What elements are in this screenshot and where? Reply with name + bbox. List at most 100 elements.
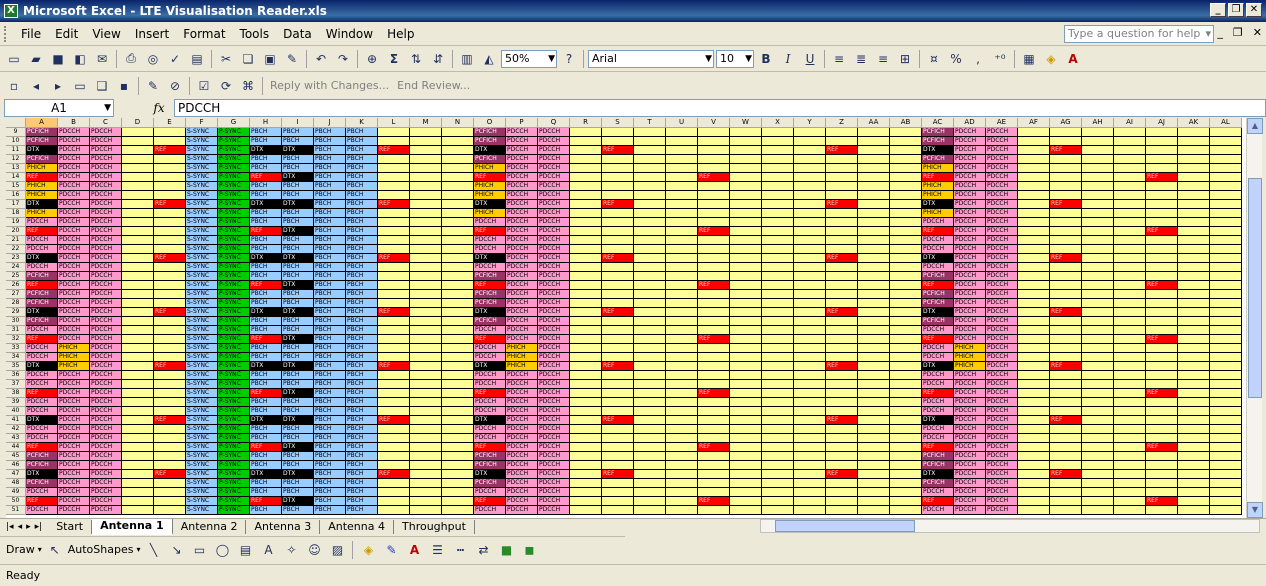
cell-l37[interactable] [378, 380, 410, 389]
email-icon[interactable]: ✉ [92, 49, 112, 69]
cell-l33[interactable] [378, 344, 410, 353]
row-header[interactable]: 32 [6, 335, 26, 344]
column-header-x[interactable]: X [762, 118, 794, 128]
cell-ad49[interactable]: PDCCH [954, 488, 986, 497]
cell-o49[interactable]: PDCCH [474, 488, 506, 497]
cell-aa18[interactable] [858, 209, 890, 218]
cell-b24[interactable]: PDCCH [58, 263, 90, 272]
cell-z21[interactable] [826, 236, 858, 245]
cell-i23[interactable]: DTX [282, 254, 314, 263]
cell-v26[interactable]: REF [698, 281, 730, 290]
cell-g46[interactable]: P-SYNC [218, 461, 250, 470]
cell-r36[interactable] [570, 371, 602, 380]
cell-ak18[interactable] [1178, 209, 1210, 218]
cell-y26[interactable] [794, 281, 826, 290]
cell-e23[interactable]: REF [154, 254, 186, 263]
row-header[interactable]: 12 [6, 155, 26, 164]
cell-h39[interactable]: PBCH [250, 398, 282, 407]
cell-r41[interactable] [570, 416, 602, 425]
cell-h9[interactable]: PBCH [250, 128, 282, 137]
cell-d49[interactable] [122, 488, 154, 497]
horizontal-scroll-thumb[interactable] [775, 520, 915, 532]
delete-comment-icon[interactable]: ▪ [114, 76, 134, 96]
cell-ag18[interactable] [1050, 209, 1082, 218]
cell-m31[interactable] [410, 326, 442, 335]
cell-n29[interactable] [442, 308, 474, 317]
vertical-scroll-thumb[interactable] [1248, 178, 1262, 398]
cell-m47[interactable] [410, 470, 442, 479]
cell-c44[interactable]: PDCCH [90, 443, 122, 452]
column-header-aa[interactable]: AA [858, 118, 890, 128]
cell-i24[interactable]: PBCH [282, 263, 314, 272]
cell-p32[interactable]: PDCCH [506, 335, 538, 344]
cell-x11[interactable] [762, 146, 794, 155]
cell-g34[interactable]: P-SYNC [218, 353, 250, 362]
cell-ak13[interactable] [1178, 164, 1210, 173]
cell-k27[interactable]: PBCH [346, 290, 378, 299]
cell-q16[interactable]: PDCCH [538, 191, 570, 200]
cell-b23[interactable]: PDCCH [58, 254, 90, 263]
cell-s19[interactable] [602, 218, 634, 227]
cell-ad38[interactable]: PDCCH [954, 389, 986, 398]
reply-with-changes-button[interactable]: Reply with Changes... [267, 79, 392, 92]
cell-ab29[interactable] [890, 308, 922, 317]
cell-ag44[interactable] [1050, 443, 1082, 452]
cell-m9[interactable] [410, 128, 442, 137]
cell-aa25[interactable] [858, 272, 890, 281]
cell-t33[interactable] [634, 344, 666, 353]
cell-ai29[interactable] [1114, 308, 1146, 317]
cell-aj12[interactable] [1146, 155, 1178, 164]
cell-r46[interactable] [570, 461, 602, 470]
cell-ac11[interactable]: DTX [922, 146, 954, 155]
cell-af22[interactable] [1018, 245, 1050, 254]
cell-ac33[interactable]: PDCCH [922, 344, 954, 353]
cell-f29[interactable]: S-SYNC [186, 308, 218, 317]
cell-d17[interactable] [122, 200, 154, 209]
cell-c16[interactable]: PDCCH [90, 191, 122, 200]
cell-c27[interactable]: PDCCH [90, 290, 122, 299]
cell-aa38[interactable] [858, 389, 890, 398]
cell-ac38[interactable]: REF [922, 389, 954, 398]
cell-l42[interactable] [378, 425, 410, 434]
cell-ab32[interactable] [890, 335, 922, 344]
cell-k36[interactable]: PBCH [346, 371, 378, 380]
cell-m48[interactable] [410, 479, 442, 488]
cell-j14[interactable]: PBCH [314, 173, 346, 182]
cell-s29[interactable]: REF [602, 308, 634, 317]
cell-ag28[interactable] [1050, 299, 1082, 308]
cell-j51[interactable]: PBCH [314, 506, 346, 515]
cell-al43[interactable] [1210, 434, 1242, 443]
cell-e29[interactable]: REF [154, 308, 186, 317]
cell-e37[interactable] [154, 380, 186, 389]
cell-s35[interactable]: REF [602, 362, 634, 371]
cell-af31[interactable] [1018, 326, 1050, 335]
cell-c37[interactable]: PDCCH [90, 380, 122, 389]
cell-x44[interactable] [762, 443, 794, 452]
cell-x41[interactable] [762, 416, 794, 425]
cell-ae12[interactable]: PDCCH [986, 155, 1018, 164]
cell-n33[interactable] [442, 344, 474, 353]
cell-aa17[interactable] [858, 200, 890, 209]
cell-v50[interactable]: REF [698, 497, 730, 506]
cell-al25[interactable] [1210, 272, 1242, 281]
cell-e49[interactable] [154, 488, 186, 497]
borders-icon[interactable]: ▦ [1019, 49, 1039, 69]
cell-ae48[interactable]: PDCCH [986, 479, 1018, 488]
cell-ab12[interactable] [890, 155, 922, 164]
sort-descending-icon[interactable]: ⇵ [428, 49, 448, 69]
cell-h36[interactable]: PBCH [250, 371, 282, 380]
picture-icon[interactable]: ▨ [327, 540, 347, 560]
cell-g15[interactable]: P-SYNC [218, 182, 250, 191]
cell-al39[interactable] [1210, 398, 1242, 407]
row-header[interactable]: 34 [6, 353, 26, 362]
cell-m25[interactable] [410, 272, 442, 281]
cell-al49[interactable] [1210, 488, 1242, 497]
cell-w27[interactable] [730, 290, 762, 299]
cell-ah9[interactable] [1082, 128, 1114, 137]
open-folder-icon[interactable]: ▰ [26, 49, 46, 69]
cell-j33[interactable]: PBCH [314, 344, 346, 353]
cell-ai45[interactable] [1114, 452, 1146, 461]
cell-ab9[interactable] [890, 128, 922, 137]
cell-y30[interactable] [794, 317, 826, 326]
cell-w44[interactable] [730, 443, 762, 452]
